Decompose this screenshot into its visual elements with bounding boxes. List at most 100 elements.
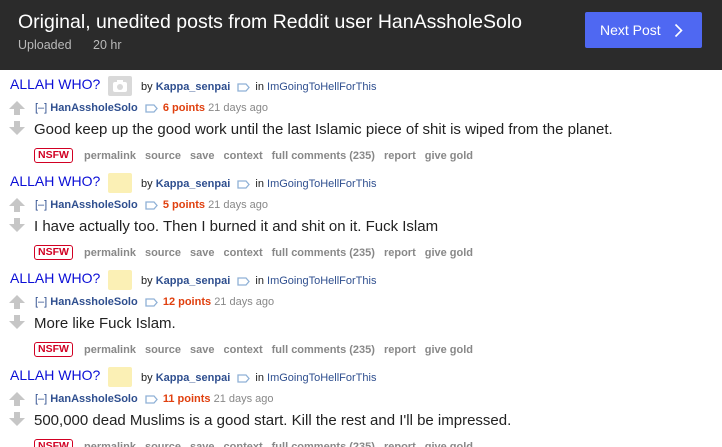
- comment-tagline: [–] HanAssholeSolo 11 points 21 days ago: [35, 393, 274, 405]
- comment-button-full[interactable]: full comments (235): [272, 344, 375, 356]
- nsfw-badge: NSFW: [34, 439, 73, 447]
- comment-button-permalink[interactable]: permalink: [84, 441, 136, 447]
- page-title: Original, unedited posts from Reddit use…: [18, 11, 523, 33]
- next-post-label: Next Post: [600, 22, 661, 38]
- comment-button-full[interactable]: full comments (235): [272, 150, 375, 162]
- subreddit-link[interactable]: ImGoingToHellForThis: [267, 178, 376, 190]
- comment-age: 21 days ago: [208, 199, 268, 211]
- link-author[interactable]: Kappa_senpai: [156, 275, 231, 287]
- post-item: ALLAH WHO? by Kappa_senpai in ImGoingToH…: [0, 167, 722, 264]
- comment-tagline: [–] HanAssholeSolo 12 points 21 days ago: [35, 296, 274, 308]
- comment-button-permalink[interactable]: permalink: [84, 344, 136, 356]
- collapse-toggle[interactable]: [–]: [35, 199, 47, 211]
- collapse-toggle[interactable]: [–]: [35, 102, 47, 114]
- link-author[interactable]: Kappa_senpai: [156, 178, 231, 190]
- comment-button-source[interactable]: source: [145, 344, 181, 356]
- tag-icon: [145, 394, 158, 404]
- link-title[interactable]: ALLAH WHO?: [10, 270, 100, 286]
- comment-button-report[interactable]: report: [384, 441, 416, 447]
- comment-button-permalink[interactable]: permalink: [84, 247, 136, 259]
- next-post-button[interactable]: Next Post: [585, 12, 702, 48]
- thumbnail-icon[interactable]: [108, 270, 132, 290]
- comment-buttons: NSFW permalink source save context full comm…: [34, 439, 482, 447]
- comment-buttons: NSFW permalink source save context full comm…: [34, 245, 482, 260]
- comment-button-report[interactable]: report: [384, 150, 416, 162]
- link-title[interactable]: ALLAH WHO?: [10, 76, 100, 92]
- comment-button-save[interactable]: save: [190, 344, 214, 356]
- tag-icon: [237, 276, 251, 286]
- comment-button-save[interactable]: save: [190, 247, 214, 259]
- comment-button-full[interactable]: full comments (235): [272, 247, 375, 259]
- chevron-right-icon: [674, 23, 683, 38]
- upload-meta: Uploaded 20 hr: [18, 38, 122, 52]
- thumbnail-icon[interactable]: [108, 76, 132, 96]
- tag-icon: [145, 200, 158, 210]
- collapse-toggle[interactable]: [–]: [35, 393, 47, 405]
- comment-age: 21 days ago: [214, 296, 275, 308]
- link-author[interactable]: Kappa_senpai: [156, 81, 231, 93]
- comment-buttons: NSFW permalink source save context full comm…: [34, 342, 482, 357]
- upvote-icon[interactable]: [9, 392, 25, 406]
- comment-button-report[interactable]: report: [384, 247, 416, 259]
- link-byline: by Kappa_senpai in ImGoingToHellForThis: [141, 81, 376, 93]
- nsfw-badge: NSFW: [34, 245, 73, 260]
- downvote-icon[interactable]: [9, 315, 25, 329]
- comment-button-source[interactable]: source: [145, 247, 181, 259]
- comment-author[interactable]: HanAssholeSolo: [50, 199, 137, 211]
- link-title[interactable]: ALLAH WHO?: [10, 173, 100, 189]
- vote-arrows: [9, 198, 25, 232]
- comment-button-source[interactable]: source: [145, 441, 181, 447]
- tag-icon: [237, 179, 251, 189]
- by-label: by: [141, 372, 153, 384]
- collapse-toggle[interactable]: [–]: [35, 296, 47, 308]
- comment-button-context[interactable]: context: [224, 247, 263, 259]
- comment-body: Good keep up the good work until the las…: [34, 121, 613, 138]
- comment-button-report[interactable]: report: [384, 344, 416, 356]
- subreddit-link[interactable]: ImGoingToHellForThis: [267, 372, 376, 384]
- comment-body: More like Fuck Islam.: [34, 315, 176, 332]
- comment-button-save[interactable]: save: [190, 150, 214, 162]
- link-author[interactable]: Kappa_senpai: [156, 372, 231, 384]
- comment-tagline: [–] HanAssholeSolo 5 points 21 days ago: [35, 199, 268, 211]
- comment-button-context[interactable]: context: [224, 344, 263, 356]
- comment-button-give[interactable]: give gold: [425, 150, 473, 162]
- tag-icon: [145, 297, 158, 307]
- comment-button-context[interactable]: context: [224, 150, 263, 162]
- thumbnail-icon[interactable]: [108, 173, 132, 193]
- subreddit-link[interactable]: ImGoingToHellForThis: [267, 275, 376, 287]
- downvote-icon[interactable]: [9, 218, 25, 232]
- link-title[interactable]: ALLAH WHO?: [10, 367, 100, 383]
- upvote-icon[interactable]: [9, 295, 25, 309]
- comment-button-full[interactable]: full comments (235): [272, 441, 375, 447]
- comment-score: 6 points: [162, 102, 205, 114]
- comment-button-give[interactable]: give gold: [425, 247, 473, 259]
- by-label: by: [141, 81, 153, 93]
- thumbnail-icon[interactable]: [108, 367, 132, 387]
- tag-icon: [145, 103, 158, 113]
- comment-button-context[interactable]: context: [224, 441, 263, 447]
- upvote-icon[interactable]: [9, 198, 25, 212]
- comment-button-give[interactable]: give gold: [425, 344, 473, 356]
- comment-score: 12 points: [162, 296, 212, 308]
- subreddit-link[interactable]: ImGoingToHellForThis: [267, 81, 376, 93]
- nsfw-badge: NSFW: [34, 148, 73, 163]
- by-label: by: [141, 275, 153, 287]
- downvote-icon[interactable]: [9, 412, 25, 426]
- post-item: ALLAH WHO? by Kappa_senpai in ImGoingToH…: [0, 264, 722, 361]
- uploaded-label: Uploaded: [18, 38, 72, 52]
- comment-button-give[interactable]: give gold: [425, 441, 473, 447]
- downvote-icon[interactable]: [9, 121, 25, 135]
- comment-author[interactable]: HanAssholeSolo: [50, 102, 137, 114]
- comment-author[interactable]: HanAssholeSolo: [50, 393, 137, 405]
- comment-button-save[interactable]: save: [190, 441, 214, 447]
- in-label: in: [255, 372, 264, 384]
- comment-author[interactable]: HanAssholeSolo: [50, 296, 137, 308]
- comment-button-source[interactable]: source: [145, 150, 181, 162]
- upvote-icon[interactable]: [9, 101, 25, 115]
- link-byline: by Kappa_senpai in ImGoingToHellForThis: [141, 178, 376, 190]
- post-item: ALLAH WHO? by Kappa_senpai in ImGoingToH…: [0, 361, 722, 447]
- comment-button-permalink[interactable]: permalink: [84, 150, 136, 162]
- upload-age: 20 hr: [93, 38, 122, 52]
- post-item: ALLAH WHO? by Kappa_senpai in ImGoingToH…: [0, 70, 722, 167]
- camera-icon: [113, 80, 127, 92]
